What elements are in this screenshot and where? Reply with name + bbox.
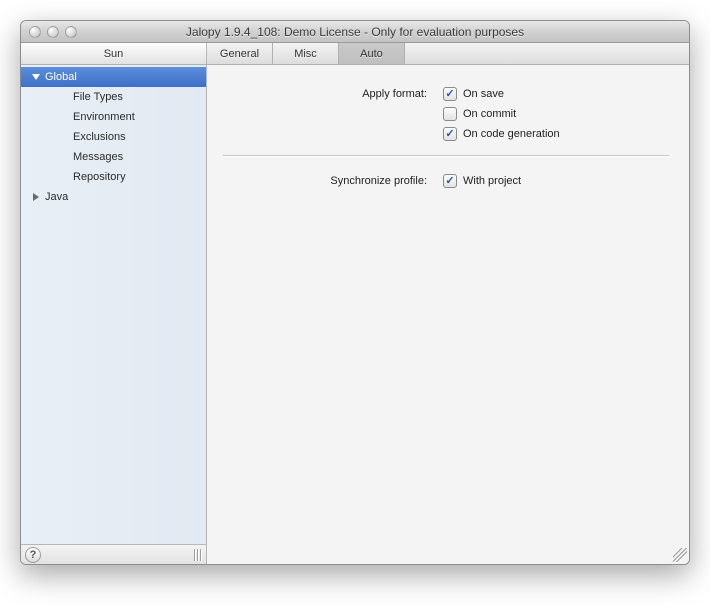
checkbox-label: On commit <box>463 108 516 120</box>
sidebar-item-exclusions[interactable]: Exclusions <box>21 127 206 147</box>
tab-label: Misc <box>294 48 317 60</box>
sync-profile-label: Synchronize profile: <box>223 174 443 187</box>
checkbox-icon[interactable] <box>443 127 457 141</box>
sidebar-item-label: Java <box>45 191 68 203</box>
sidebar-resize-handle[interactable] <box>192 548 202 562</box>
window-title: Jalopy 1.9.4_108: Demo License - Only fo… <box>21 25 689 39</box>
window-resize-grip[interactable] <box>673 548 687 562</box>
checkbox-label: With project <box>463 175 521 187</box>
checkbox-label: On save <box>463 88 504 100</box>
checkbox-icon[interactable] <box>443 87 457 101</box>
apply-format-row: Apply format: On save On commit On co <box>223 87 669 141</box>
traffic-lights <box>21 26 77 38</box>
minimize-icon[interactable] <box>47 26 59 38</box>
zoom-icon[interactable] <box>65 26 77 38</box>
checkbox-icon[interactable] <box>443 174 457 188</box>
chevron-down-icon[interactable] <box>31 73 40 82</box>
apply-format-controls: On save On commit On code generation <box>443 87 669 141</box>
tab-auto[interactable]: Auto <box>339 43 405 64</box>
tab-misc[interactable]: Misc <box>273 43 339 64</box>
checkbox-on-codegen[interactable]: On code generation <box>443 127 669 141</box>
sidebar-item-label: Repository <box>73 171 126 183</box>
divider <box>223 155 669 156</box>
sidebar-item-label: File Types <box>73 91 123 103</box>
help-button[interactable]: ? <box>25 547 41 563</box>
sidebar-item-label: Exclusions <box>73 131 126 143</box>
sidebar-item-label: Environment <box>73 111 135 123</box>
question-icon: ? <box>30 549 37 561</box>
sidebar-item-label: Messages <box>73 151 123 163</box>
auto-pane: Apply format: On save On commit On co <box>207 65 689 564</box>
sidebar-footer: ? <box>21 544 206 564</box>
chevron-right-icon[interactable] <box>31 193 40 202</box>
sidebar-item-repository[interactable]: Repository <box>21 167 206 187</box>
checkbox-icon[interactable] <box>443 107 457 121</box>
tab-bar: General Misc Auto <box>207 43 689 65</box>
sidebar-item-messages[interactable]: Messages <box>21 147 206 167</box>
tab-label: General <box>220 48 259 60</box>
sidebar-item-global[interactable]: Global <box>21 67 206 87</box>
checkbox-with-project[interactable]: With project <box>443 174 669 188</box>
sync-profile-row: Synchronize profile: With project <box>223 174 669 188</box>
titlebar[interactable]: Jalopy 1.9.4_108: Demo License - Only fo… <box>21 21 689 43</box>
checkbox-on-commit[interactable]: On commit <box>443 107 669 121</box>
close-icon[interactable] <box>29 26 41 38</box>
sync-profile-controls: With project <box>443 174 669 188</box>
tab-label: Auto <box>360 48 383 60</box>
apply-format-label: Apply format: <box>223 87 443 100</box>
window-body: Sun Global File Types Environment Exclus… <box>21 43 689 564</box>
checkbox-label: On code generation <box>463 128 560 140</box>
tab-bar-spacer <box>405 43 689 64</box>
sidebar-item-label: Global <box>45 71 77 83</box>
sidebar-item-environment[interactable]: Environment <box>21 107 206 127</box>
checkbox-on-save[interactable]: On save <box>443 87 669 101</box>
sidebar: Sun Global File Types Environment Exclus… <box>21 43 207 564</box>
sidebar-item-file-types[interactable]: File Types <box>21 87 206 107</box>
app-window: Jalopy 1.9.4_108: Demo License - Only fo… <box>20 20 690 565</box>
sidebar-tree: Global File Types Environment Exclusions… <box>21 65 206 544</box>
sidebar-item-java[interactable]: Java <box>21 187 206 207</box>
sidebar-header[interactable]: Sun <box>21 43 206 65</box>
content-area: General Misc Auto Apply format: On save <box>207 43 689 564</box>
tab-general[interactable]: General <box>207 43 273 64</box>
